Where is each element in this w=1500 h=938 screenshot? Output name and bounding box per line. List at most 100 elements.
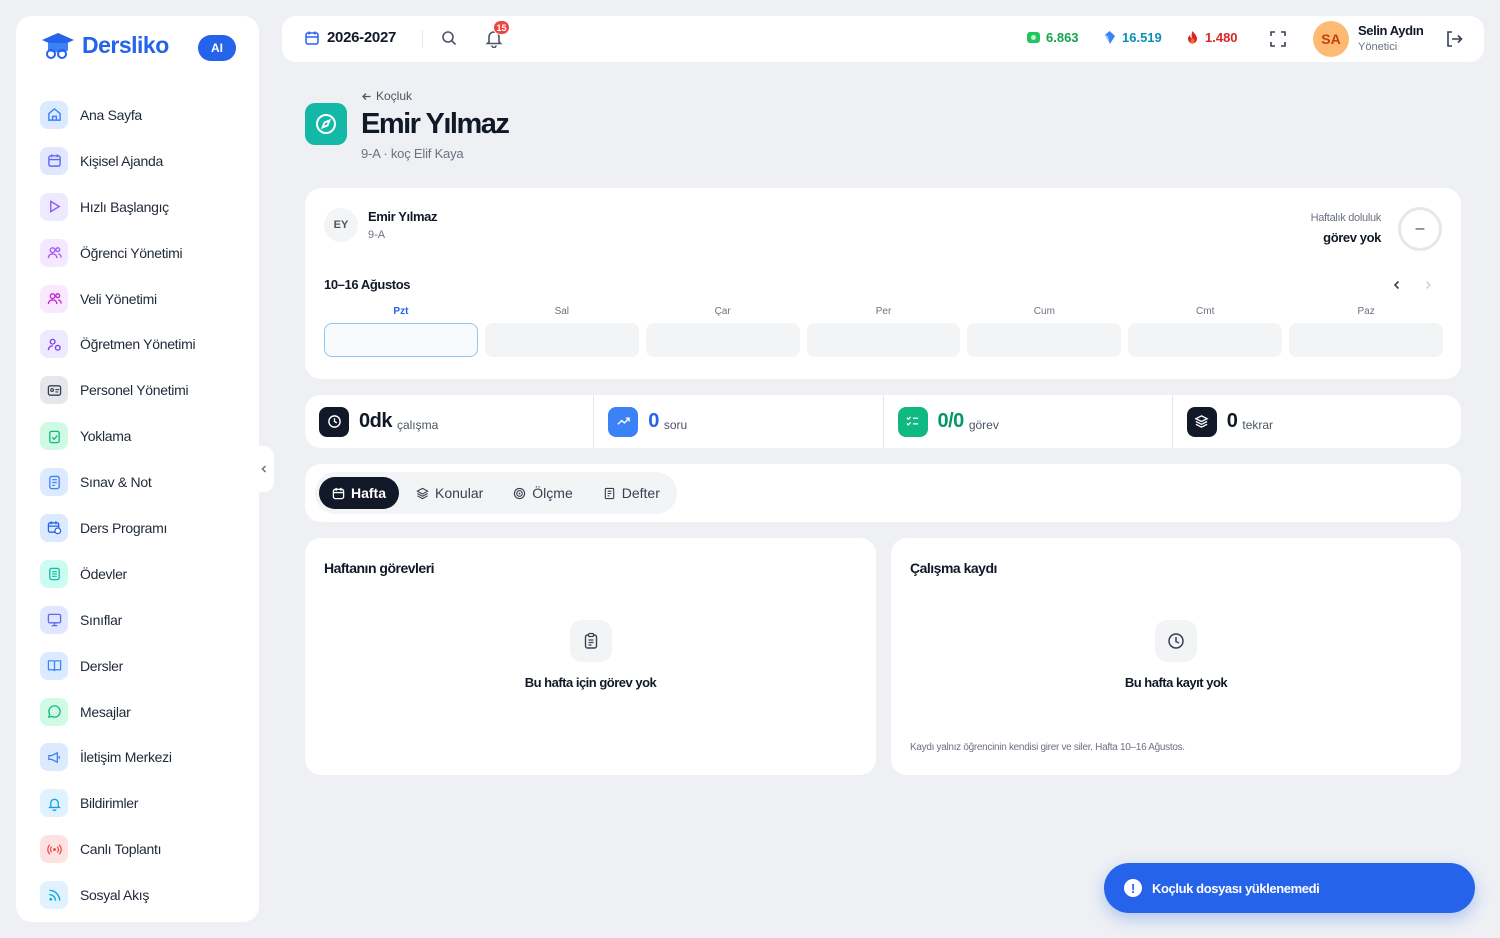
sidebar-item[interactable]: Canlı Toplantı — [40, 826, 240, 872]
user-avatar[interactable]: SA — [1313, 21, 1349, 57]
sidebar-item[interactable]: Sınıflar — [40, 597, 240, 643]
sidebar-nav: Ana Sayfa Kişisel Ajanda Hızlı Başlangıç Öğ… — [40, 92, 240, 918]
week-day[interactable]: Sal — [484, 306, 639, 357]
sidebar-item[interactable]: Hızlı Başlangıç — [40, 184, 240, 230]
logout-button[interactable] — [1444, 29, 1464, 54]
academic-year-selector[interactable]: 2026-2027 — [304, 29, 396, 46]
fullscreen-button[interactable] — [1269, 30, 1287, 53]
weekly-tasks-empty: Bu hafta için görev yok — [524, 675, 657, 690]
week-day-label: Sal — [554, 306, 570, 317]
search-button[interactable] — [440, 29, 458, 52]
sidebar-item-label: Kişisel Ajanda — [80, 152, 163, 169]
weekly-tasks-title: Haftanın görevleri — [324, 560, 435, 576]
sidebar-item[interactable]: Sınav & Not — [40, 459, 240, 505]
week-days: Pzt Sal Çar Per Cum Cmt Paz — [324, 306, 1444, 357]
next-week-button[interactable] — [1422, 278, 1434, 296]
student-class: 9-A — [368, 229, 386, 241]
week-day[interactable]: Per — [806, 306, 961, 357]
weekly-fill-value: görev yok — [1323, 230, 1381, 245]
week-day-cell[interactable] — [1128, 323, 1283, 357]
tab-label: Hafta — [351, 485, 387, 501]
summary-stat-unit: soru — [663, 417, 688, 432]
week-day-cell[interactable] — [967, 323, 1122, 357]
home-icon — [40, 100, 68, 129]
week-day-label: Pzt — [393, 306, 409, 317]
summary-stat: 0dk çalışma — [305, 395, 593, 448]
week-range: 10–16 Ağustos — [324, 277, 411, 292]
ai-button[interactable]: AI — [198, 35, 236, 61]
sidebar-collapse-button[interactable] — [254, 446, 274, 492]
stat-gem-value: 16.519 — [1122, 30, 1162, 45]
sidebar-item[interactable]: Bildirimler — [40, 780, 240, 826]
week-day[interactable]: Çar — [645, 306, 800, 357]
sidebar-item[interactable]: Veli Yönetimi — [40, 276, 240, 322]
cash-icon — [1027, 32, 1040, 43]
week-day-cell[interactable] — [324, 323, 478, 357]
sidebar-item[interactable]: Kişisel Ajanda — [40, 138, 240, 184]
weekly-fill-ring: – — [1398, 207, 1442, 251]
brand-logo[interactable]: Dersliko — [38, 30, 169, 60]
toast-message: Koçluk dosyası yüklenemedi — [1152, 880, 1320, 896]
tab-label: Ölçme — [532, 485, 573, 501]
calendar-icon — [332, 487, 345, 499]
summary-stat-unit: çalışma — [396, 417, 439, 432]
study-log-note: Kaydı yalnız öğrencinin kendisi girer ve… — [910, 742, 1185, 753]
search-icon — [442, 31, 457, 46]
sidebar-item[interactable]: Personel Yönetimi — [40, 367, 240, 413]
week-day-cell[interactable] — [484, 323, 639, 357]
calendar-icon — [40, 146, 68, 175]
tab-hafta[interactable]: Hafta — [319, 477, 400, 509]
users-icon — [40, 238, 68, 267]
week-day[interactable]: Cmt — [1128, 306, 1283, 357]
prev-week-button[interactable] — [1391, 278, 1403, 296]
sidebar-item-label: Veli Yönetimi — [80, 290, 157, 307]
tab-konular[interactable]: Konular — [403, 477, 496, 509]
back-link-label: Koçluk — [376, 89, 413, 103]
sidebar-item[interactable]: Dersler — [40, 643, 240, 689]
sidebar-item[interactable]: Yoklama — [40, 413, 240, 459]
chevron-left-icon — [261, 465, 267, 473]
week-day-cell[interactable] — [806, 323, 961, 357]
week-day[interactable]: Cum — [967, 306, 1122, 357]
sidebar-item-label: Dersler — [80, 657, 124, 674]
sidebar-item[interactable]: Öğrenci Yönetimi — [40, 230, 240, 276]
stat-gem: 16.519 — [1102, 30, 1162, 45]
users-icon — [40, 284, 68, 313]
summary-stat-value: 0 — [1226, 410, 1238, 432]
topbar: 2026-2027 15 6.863 16.519 1.480 SA Selin… — [282, 16, 1484, 62]
sidebar-item[interactable]: Öğretmen Yönetimi — [40, 321, 240, 367]
tab-defter[interactable]: Defter — [590, 477, 673, 509]
week-day[interactable]: Paz — [1289, 306, 1444, 357]
week-day-label: Paz — [1357, 306, 1375, 317]
homework-icon — [40, 559, 68, 588]
week-day-cell[interactable] — [1289, 323, 1444, 357]
back-link[interactable]: Koçluk — [361, 89, 412, 103]
id-card-icon — [40, 376, 68, 405]
layers-icon — [1186, 406, 1217, 437]
sidebar-item-label: Öğretmen Yönetimi — [80, 336, 196, 353]
week-day-cell[interactable] — [645, 323, 800, 357]
sidebar-item-label: Ödevler — [80, 565, 127, 582]
week-day[interactable]: Pzt — [324, 306, 478, 357]
stat-fire: 1.480 — [1185, 30, 1238, 45]
sidebar-item-label: Yoklama — [80, 428, 132, 445]
alert-icon: ! — [1124, 879, 1142, 897]
trend-icon — [608, 406, 639, 437]
error-toast[interactable]: ! Koçluk dosyası yüklenemedi — [1104, 863, 1475, 913]
megaphone-icon — [40, 743, 68, 772]
tab-olcme[interactable]: Ölçme — [500, 477, 585, 509]
rss-icon — [40, 881, 68, 910]
target-icon — [514, 487, 526, 499]
week-day-label: Çar — [714, 306, 731, 317]
sidebar-item[interactable]: Sosyal Akış — [40, 872, 240, 918]
weekly-tasks-panel: Haftanın görevleri Bu hafta için görev y… — [305, 538, 876, 775]
sidebar-item-label: Sınav & Not — [80, 474, 152, 491]
sidebar-item[interactable]: Ana Sayfa — [40, 92, 240, 138]
brand-name: Dersliko — [82, 31, 169, 58]
sidebar-item[interactable]: Mesajlar — [40, 689, 240, 735]
sidebar-item[interactable]: Ödevler — [40, 551, 240, 597]
sidebar-item[interactable]: Ders Programı — [40, 505, 240, 551]
sidebar-item[interactable]: İletişim Merkezi — [40, 734, 240, 780]
week-day-label: Cmt — [1196, 306, 1215, 317]
schedule-icon — [40, 513, 68, 542]
